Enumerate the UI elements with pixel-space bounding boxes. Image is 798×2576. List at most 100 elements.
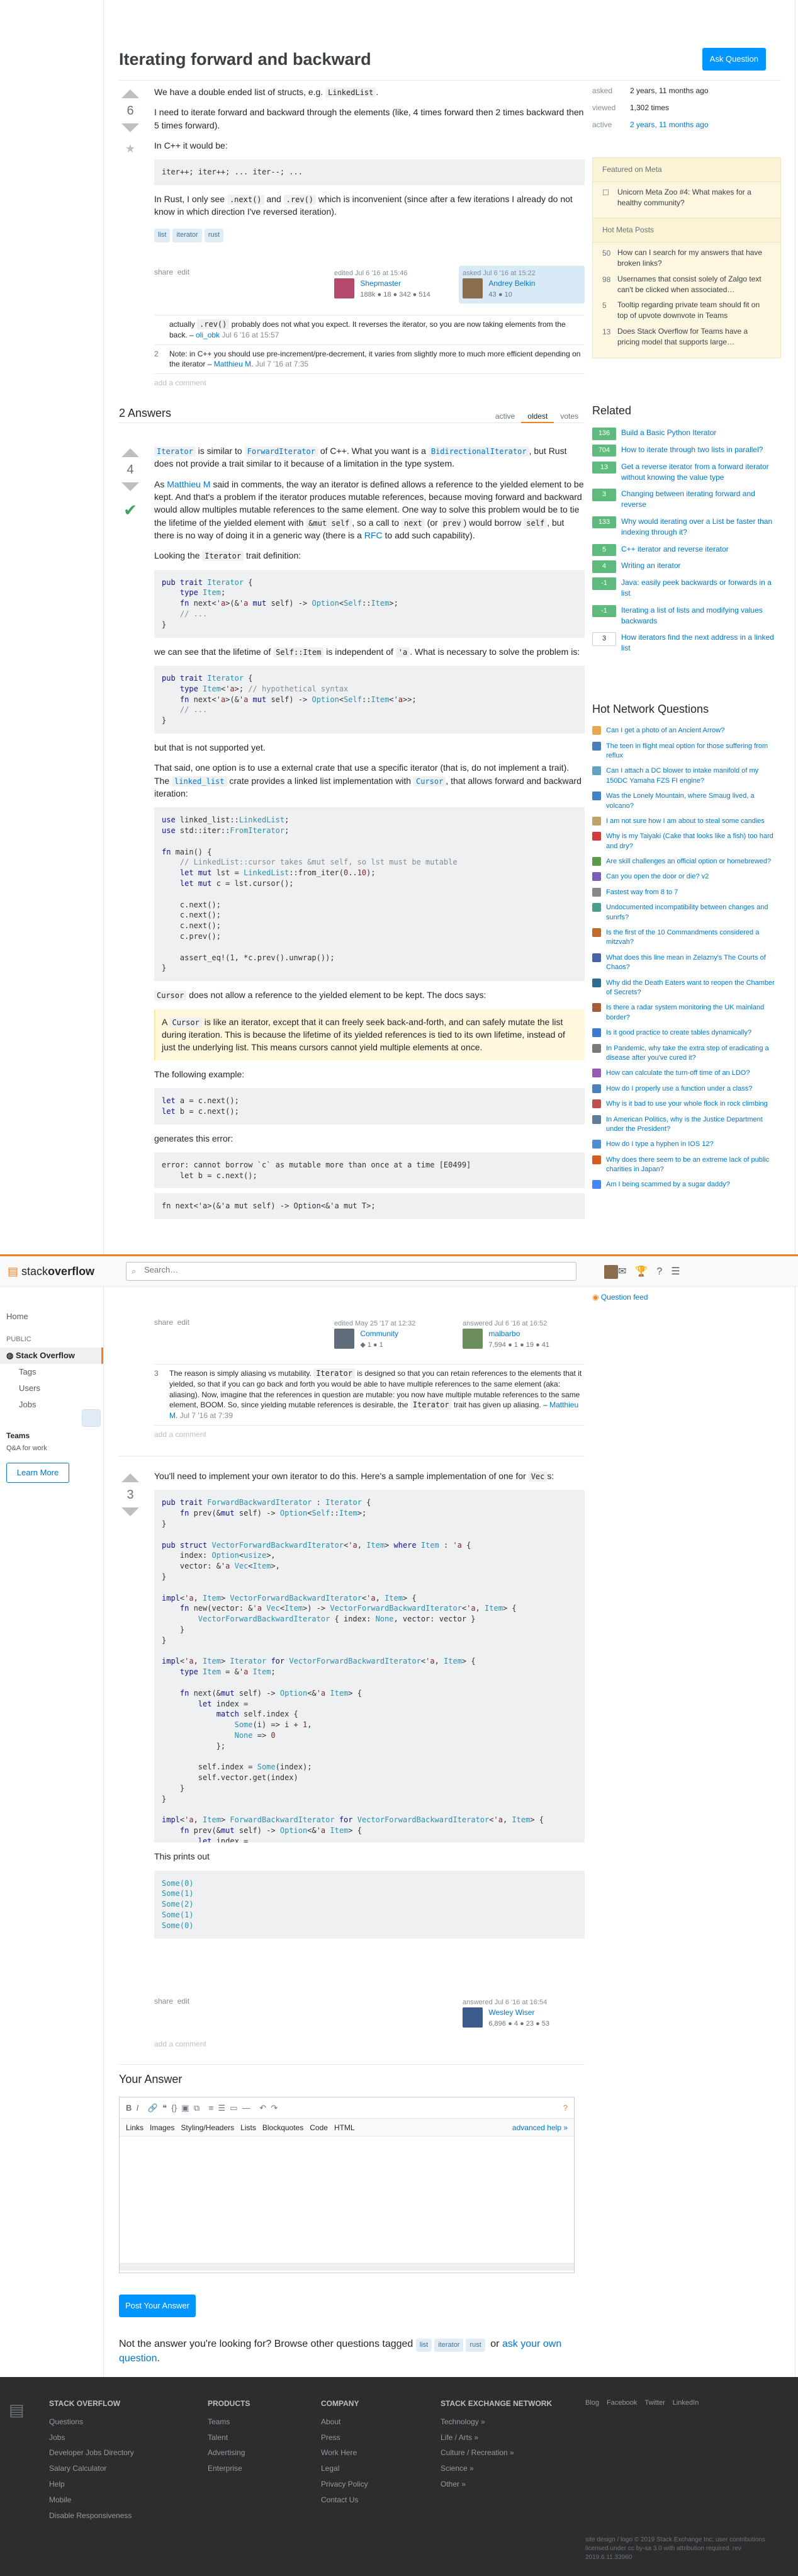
footer-link[interactable]: Teams xyxy=(208,2417,250,2427)
footer-link[interactable]: Questions xyxy=(49,2417,134,2427)
bold-icon[interactable]: B xyxy=(126,2103,132,2113)
related-link[interactable]: Java: easily peek backwards or forwards … xyxy=(621,578,772,598)
hnq-item[interactable]: Can I attach a DC blower to intake manif… xyxy=(592,766,781,786)
related-link[interactable]: Changing between iterating forward and r… xyxy=(621,489,755,509)
related-item[interactable]: -1 Iterating a list of lists and modifyin… xyxy=(592,604,781,627)
featured-item[interactable]: ☐ Unicorn Meta Zoo #4: What makes for a h… xyxy=(602,187,771,208)
hnq-item[interactable]: Is it good practice to create tables dyn… xyxy=(592,1028,781,1038)
user-link[interactable]: malbarbo xyxy=(488,1329,520,1338)
related-item[interactable]: 4 Writing an iterator xyxy=(592,560,781,573)
avatar[interactable] xyxy=(463,278,483,299)
learn-more-button[interactable]: Learn More xyxy=(6,1462,69,1483)
hnq-link[interactable]: What does this line mean in Zelazny's Th… xyxy=(606,954,766,971)
hot-meta-item[interactable]: 5 Tooltip regarding private team should f… xyxy=(602,300,771,321)
blockquote-icon[interactable]: ❝ xyxy=(162,2103,167,2113)
hnq-link[interactable]: Can I get a photo of an Ancient Arrow? xyxy=(606,727,724,734)
related-link[interactable]: How iterators find the next address in a… xyxy=(621,633,774,652)
comment-user[interactable]: Matthieu M. xyxy=(214,360,254,368)
hot-meta-item[interactable]: 13 Does Stack Overflow for Teams have a p… xyxy=(602,326,771,348)
hnq-item[interactable]: How do I properly use a function under a… xyxy=(592,1084,781,1094)
footer-link[interactable]: About xyxy=(321,2417,368,2427)
hnq-link[interactable]: How can calculate the turn-off time of a… xyxy=(606,1069,750,1077)
avatar[interactable] xyxy=(334,278,354,299)
hot-meta-item[interactable]: 98 Usernames that consist solely of Zalgo… xyxy=(602,274,771,295)
hnq-link[interactable]: Why did the Death Eaters want to reopen … xyxy=(606,979,775,996)
rfc-link[interactable]: RFC xyxy=(364,530,383,540)
hnq-item[interactable]: I am not sure how I am about to steal so… xyxy=(592,816,781,826)
search-input[interactable] xyxy=(144,1265,566,1274)
link-icon[interactable]: 🔗 xyxy=(148,2103,158,2113)
footer-link[interactable]: Salary Calculator xyxy=(49,2463,134,2474)
hnq-link[interactable]: Can you open the door or die? v2 xyxy=(606,873,709,880)
related-item[interactable]: -1 Java: easily peek backwards or forward… xyxy=(592,577,781,599)
related-link[interactable]: Why would iterating over a List be faste… xyxy=(621,517,772,536)
user-link[interactable]: Community xyxy=(360,1329,398,1338)
upvote-icon[interactable] xyxy=(121,89,139,98)
numbered-list-icon[interactable]: ≡ xyxy=(209,2103,214,2113)
hnq-link[interactable]: Is it good practice to create tables dyn… xyxy=(606,1029,751,1036)
hnq-item[interactable]: Why does there seem to be an extreme lac… xyxy=(592,1155,781,1175)
share-link[interactable]: share xyxy=(154,1318,173,1327)
footer-link[interactable]: Other » xyxy=(441,2479,554,2490)
tag[interactable]: iterator xyxy=(172,228,202,242)
related-link[interactable]: How to iterate through two lists in para… xyxy=(621,445,763,454)
hnq-link[interactable]: Is there a radar system monitoring the U… xyxy=(606,1004,764,1021)
hnq-item[interactable]: How can calculate the turn-off time of a… xyxy=(592,1069,781,1078)
tab-oldest[interactable]: oldest xyxy=(521,411,554,423)
related-link[interactable]: Build a Basic Python Iterator xyxy=(621,428,716,437)
edit-link[interactable]: edit xyxy=(177,1997,189,2006)
related-item[interactable]: 133 Why would iterating over a List be fa… xyxy=(592,516,781,538)
undo-icon[interactable]: ↶ xyxy=(259,2103,266,2113)
hnq-item[interactable]: Why did the Death Eaters want to reopen … xyxy=(592,978,781,998)
hnq-item[interactable]: Are skill challenges an official option … xyxy=(592,857,781,866)
hnq-item[interactable]: Is there a radar system monitoring the U… xyxy=(592,1003,781,1023)
help-icon[interactable]: ? xyxy=(563,2102,568,2114)
nav-users[interactable]: Users xyxy=(0,1380,103,1397)
hnq-link[interactable]: How do I properly use a function under a… xyxy=(606,1085,752,1092)
doc-link[interactable]: ForwardIterator xyxy=(244,446,318,457)
doc-link[interactable]: Iterator xyxy=(154,446,196,457)
avatar[interactable] xyxy=(463,1329,483,1349)
edit-link[interactable]: edit xyxy=(177,268,189,276)
hnq-link[interactable]: The teen in flight meal option for those… xyxy=(606,742,768,759)
downvote-icon[interactable] xyxy=(121,482,139,491)
related-link[interactable]: C++ iterator and reverse iterator xyxy=(621,545,729,553)
footer-link[interactable]: Privacy Policy xyxy=(321,2479,368,2490)
footer-link[interactable]: Help xyxy=(49,2479,134,2490)
downvote-icon[interactable] xyxy=(121,1507,139,1516)
footer-link[interactable]: Enterprise xyxy=(208,2463,250,2474)
footer-link[interactable]: Advertising xyxy=(208,2448,250,2458)
redo-icon[interactable]: ↷ xyxy=(271,2103,278,2113)
site-switcher-icon[interactable]: ☰ xyxy=(671,1266,688,1277)
bulleted-list-icon[interactable]: ☰ xyxy=(218,2103,225,2113)
hnq-link[interactable]: Was the Lonely Mountain, where Smaug liv… xyxy=(606,792,755,809)
code-icon[interactable]: {} xyxy=(171,2103,177,2113)
tag[interactable]: rust xyxy=(204,228,224,242)
answer-textarea[interactable] xyxy=(120,2136,574,2260)
hr-icon[interactable]: — xyxy=(242,2103,250,2113)
share-link[interactable]: share xyxy=(154,268,173,276)
help-tab[interactable]: Images xyxy=(150,2123,174,2132)
nav-tags[interactable]: Tags xyxy=(0,1364,103,1380)
nav-stackoverflow[interactable]: ◍ Stack Overflow xyxy=(0,1347,103,1364)
post-answer-button[interactable]: Post Your Answer xyxy=(119,2295,196,2318)
doc-link[interactable]: Cursor xyxy=(413,776,446,786)
hnq-item[interactable]: Undocumented incompatibility between cha… xyxy=(592,903,781,922)
footer-link[interactable]: Work Here xyxy=(321,2448,368,2458)
footer-link[interactable]: Talent xyxy=(208,2432,250,2443)
related-item[interactable]: 5 C++ iterator and reverse iterator xyxy=(592,543,781,556)
user-link[interactable]: Matthieu M xyxy=(167,479,210,489)
advanced-help-link[interactable]: advanced help » xyxy=(512,2123,568,2133)
footer-link[interactable]: Disable Responsiveness xyxy=(49,2511,134,2521)
footer-link[interactable]: Jobs xyxy=(49,2432,134,2443)
hnq-link[interactable]: Why is my Taiyaki (Cake that looks like … xyxy=(606,832,773,849)
hnq-item[interactable]: Was the Lonely Mountain, where Smaug liv… xyxy=(592,792,781,811)
footer-link[interactable]: Legal xyxy=(321,2463,368,2474)
hnq-item[interactable]: Is the first of the 10 Commandments cons… xyxy=(592,928,781,948)
footer-social-link[interactable]: Twitter xyxy=(644,2399,665,2407)
footer-link[interactable]: Press xyxy=(321,2432,368,2443)
snippet-icon[interactable]: ⧉ xyxy=(194,2103,200,2113)
related-link[interactable]: Get a reverse iterator from a forward it… xyxy=(621,462,769,482)
hnq-link[interactable]: Are skill challenges an official option … xyxy=(606,858,771,865)
question-feed[interactable]: ◉ Question feed xyxy=(592,1292,648,1303)
